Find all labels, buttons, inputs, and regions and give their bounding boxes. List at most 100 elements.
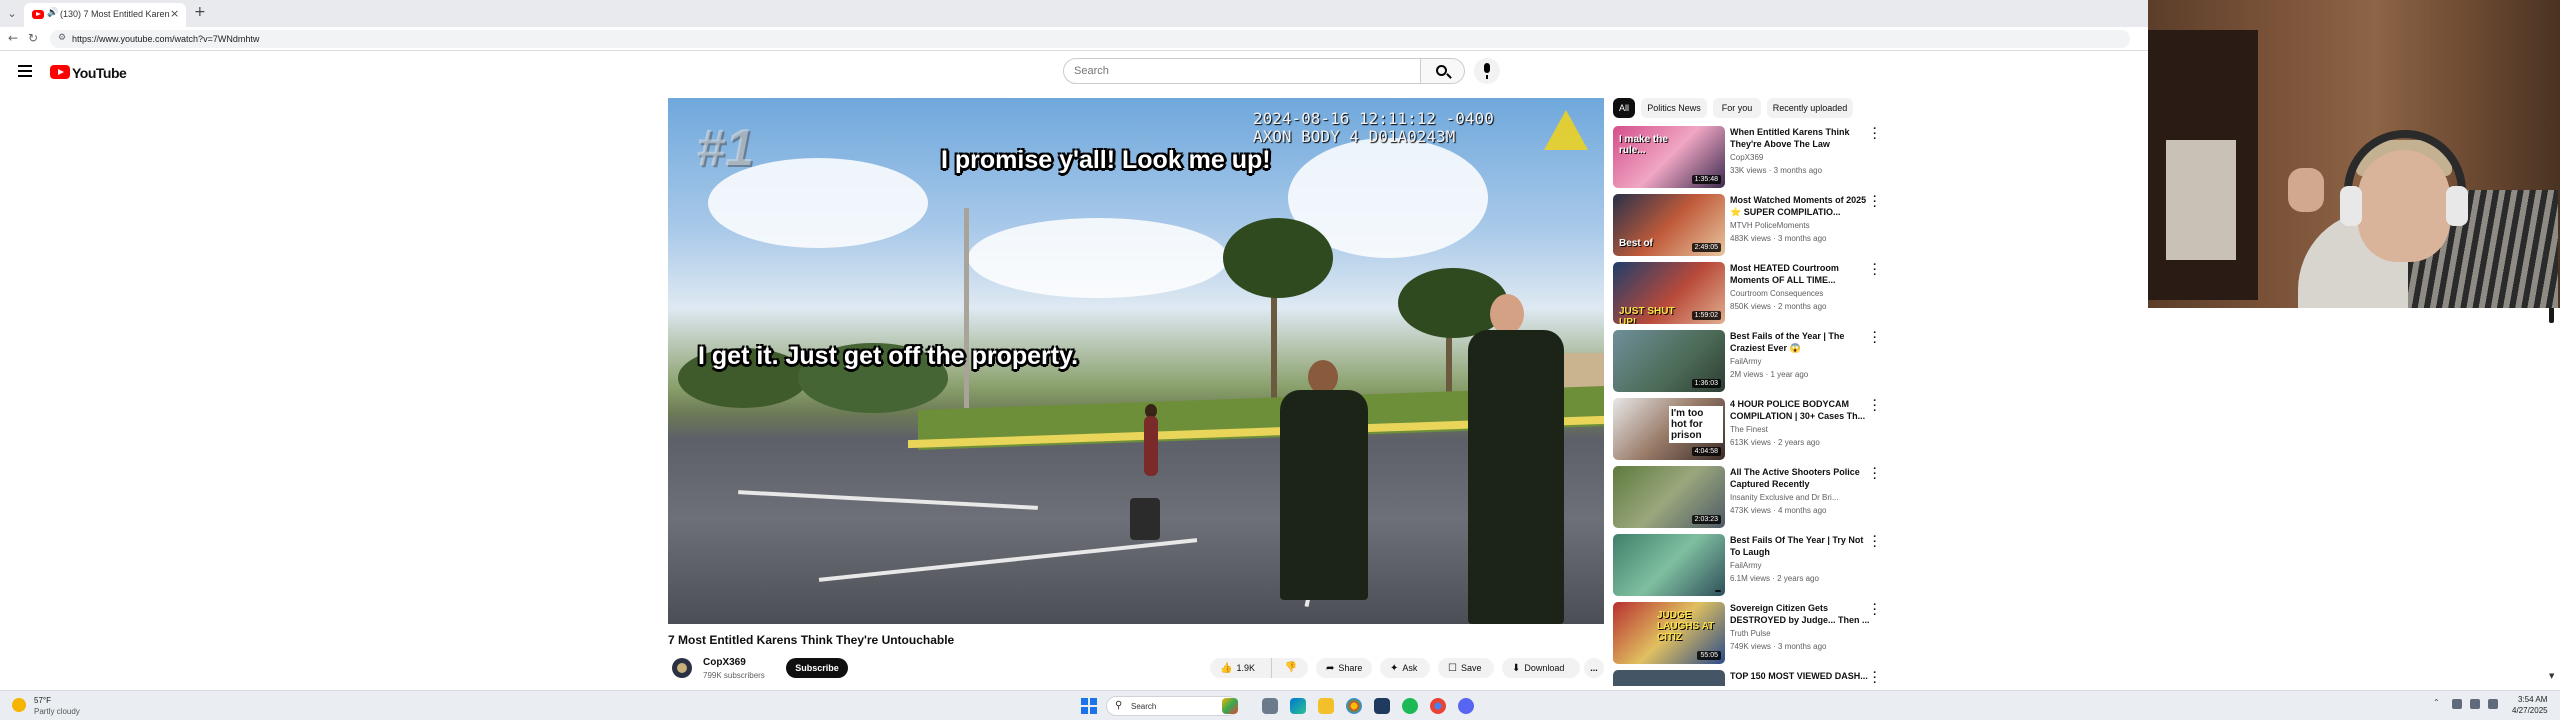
search-input[interactable] (1074, 65, 1394, 77)
hamburger-menu-icon[interactable] (18, 65, 32, 77)
dislike-button[interactable]: 👎 (1274, 658, 1308, 678)
address-bar[interactable]: ⚙ https://www.youtube.com/watch?v=7WNdmh… (50, 30, 2130, 48)
duration-badge: 1:35:48 (1691, 175, 1721, 184)
spotify-icon[interactable] (1402, 698, 1418, 714)
ask-button[interactable]: ✦ Ask (1380, 658, 1430, 678)
more-vert-icon[interactable]: · · · (1871, 600, 1879, 621)
chrome-profile-icon[interactable] (1430, 698, 1446, 714)
download-button[interactable]: ⬇ Download (1502, 658, 1580, 678)
recommended-video[interactable]: Best of 2:49:05 Most Watched Moments of … (1613, 192, 1885, 258)
recommended-title[interactable]: All The Active Shooters Police Captured … (1730, 466, 1870, 490)
recommended-title[interactable]: 4 HOUR POLICE BODYCAM COMPILATION | 30+ … (1730, 398, 1870, 422)
recommended-video[interactable]: I make the rule... 1:35:48 When Entitled… (1613, 126, 1885, 190)
recommended-channel[interactable]: CopX369 (1730, 153, 1870, 162)
rank-badge: #1 (696, 119, 754, 177)
taskbar-search[interactable]: ⚲ Search (1106, 696, 1238, 716)
video-thumbnail[interactable] (1613, 534, 1725, 596)
weather-description[interactable]: Partly cloudy (34, 707, 80, 716)
more-vert-icon[interactable]: · · · (1871, 396, 1879, 417)
app-icon[interactable] (1374, 698, 1390, 714)
weather-temperature[interactable]: 57°F (34, 696, 51, 705)
recommended-channel[interactable]: Courtroom Consequences (1730, 289, 1870, 298)
video-thumbnail[interactable]: 1:36:03 (1613, 330, 1725, 392)
site-info-icon[interactable]: ⚙ (58, 33, 66, 43)
recommended-channel[interactable]: MTVH PoliceMoments (1730, 221, 1870, 230)
like-button[interactable]: 👍 1.9K (1210, 658, 1272, 678)
more-vert-icon[interactable]: · · · (1871, 260, 1879, 281)
channel-name[interactable]: CopX369 (703, 657, 746, 668)
headphone-cup-left (2340, 186, 2362, 226)
volume-icon[interactable] (2488, 699, 2498, 709)
tab-list-icon[interactable]: ⌄ (3, 5, 21, 23)
microphone-tray-icon[interactable] (2452, 699, 2462, 709)
new-tab-button[interactable]: + (194, 4, 206, 20)
recommended-video[interactable]: Best Fails Of The Year | Try Not To Laug… (1613, 532, 1885, 598)
video-thumbnail[interactable]: 2:03:23 (1613, 466, 1725, 528)
discord-icon[interactable] (1458, 698, 1474, 714)
recommended-channel[interactable]: Insanity Exclusive and Dr Bri... (1730, 493, 1870, 502)
file-explorer-icon[interactable] (1318, 698, 1334, 714)
screen: ⌄ 🔊 (130) 7 Most Entitled Karens × + ← ↻… (0, 0, 2560, 720)
recommended-video[interactable]: 1:36:03 Best Fails of the Year | The Cra… (1613, 328, 1885, 394)
scroll-down-arrow-icon[interactable]: ▼ (2549, 672, 2554, 680)
browser-tab-active[interactable]: 🔊 (130) 7 Most Entitled Karens × (24, 3, 186, 27)
url-text[interactable]: https://www.youtube.com/watch?v=7WNdmhtw (72, 34, 259, 44)
windows-start-icon[interactable] (1081, 698, 1097, 714)
video-thumbnail[interactable] (1613, 670, 1725, 686)
recommended-title[interactable]: Most Watched Moments of 2025 ⭐ SUPER COM… (1730, 194, 1870, 218)
voice-search-button[interactable] (1474, 58, 1500, 84)
recommended-video[interactable]: TOP 150 MOST VIEWED DASH... · · · (1613, 668, 1885, 687)
recommended-video[interactable]: JUDGE LAUGHS AT CITIZ 55:05 Sovereign Ci… (1613, 600, 1885, 666)
search-button[interactable] (1421, 58, 1465, 84)
video-thumbnail[interactable]: Best of 2:49:05 (1613, 194, 1725, 256)
more-vert-icon[interactable]: · · · (1871, 126, 1879, 145)
video-thumbnail[interactable]: I'm too hot for prison 4:04:58 (1613, 398, 1725, 460)
weather-sun-icon[interactable] (12, 698, 26, 712)
video-thumbnail[interactable]: JUDGE LAUGHS AT CITIZ 55:05 (1613, 602, 1725, 664)
chip-recently-uploaded[interactable]: Recently uploaded (1767, 98, 1853, 118)
recommended-channel[interactable]: FailArmy (1730, 561, 1870, 570)
chip-all[interactable]: All (1613, 98, 1635, 118)
save-button[interactable]: ☐ Save (1438, 658, 1494, 678)
chrome-icon[interactable] (1346, 698, 1362, 714)
recommended-video[interactable]: JUST SHUT UP! 1:59:02 Most HEATED Courtr… (1613, 260, 1885, 326)
recommended-channel[interactable]: FailArmy (1730, 357, 1870, 366)
more-vert-icon[interactable]: · · · (1871, 192, 1879, 213)
close-icon[interactable]: × (170, 7, 179, 20)
chip-politics-news[interactable]: Politics News (1641, 98, 1707, 118)
edge-browser-icon[interactable] (1290, 698, 1306, 714)
network-icon[interactable] (2470, 699, 2480, 709)
more-vert-icon[interactable]: · · · (1871, 532, 1879, 553)
share-button[interactable]: ➦ Share (1316, 658, 1372, 678)
back-arrow-icon[interactable]: ← (8, 31, 18, 45)
recommended-video[interactable]: 2:03:23 All The Active Shooters Police C… (1613, 464, 1885, 530)
more-vert-icon[interactable]: · · · (1871, 328, 1879, 349)
recommended-title[interactable]: Best Fails of the Year | The Craziest Ev… (1730, 330, 1870, 354)
video-thumbnail[interactable]: JUST SHUT UP! 1:59:02 (1613, 262, 1725, 324)
task-view-icon[interactable] (1262, 698, 1278, 714)
clock-date[interactable]: 4/27/2025 (2512, 706, 2548, 715)
chip-for-you[interactable]: For you (1713, 98, 1761, 118)
recommended-video[interactable]: I'm too hot for prison 4:04:58 4 HOUR PO… (1613, 396, 1885, 462)
tray-overflow-icon[interactable]: ⌃ (2433, 698, 2440, 707)
thumbnail-text: JUDGE LAUGHS AT CITIZ (1657, 610, 1715, 643)
subscribe-button[interactable]: Subscribe (786, 658, 848, 678)
more-vert-icon[interactable]: · · · (1871, 464, 1879, 485)
video-player[interactable]: #1 2024-08-16 12:11:12 -0400 AXON BODY 4… (668, 98, 1604, 624)
clock-time[interactable]: 3:54 AM (2518, 695, 2547, 704)
recommended-title[interactable]: Best Fails Of The Year | Try Not To Laug… (1730, 534, 1870, 558)
recommended-title[interactable]: TOP 150 MOST VIEWED DASH... (1730, 670, 1870, 682)
recommended-title[interactable]: Most HEATED Courtroom Moments OF ALL TIM… (1730, 262, 1870, 286)
recommended-title[interactable]: When Entitled Karens Think They're Above… (1730, 126, 1870, 150)
channel-avatar[interactable] (672, 658, 692, 678)
recommended-channel[interactable]: Truth Pulse (1730, 629, 1870, 638)
more-vert-icon[interactable]: · · · (1871, 668, 1879, 687)
video-thumbnail[interactable]: I make the rule... 1:35:48 (1613, 126, 1725, 188)
recommended-title[interactable]: Sovereign Citizen Gets DESTROYED by Judg… (1730, 602, 1870, 626)
more-actions-button[interactable]: ... (1584, 658, 1604, 678)
speaker-icon[interactable]: 🔊 (47, 8, 58, 18)
recommended-channel[interactable]: The Finest (1730, 425, 1870, 434)
reload-icon[interactable]: ↻ (28, 31, 38, 45)
search-box[interactable] (1063, 58, 1421, 84)
widget-icon[interactable] (1222, 698, 1238, 714)
